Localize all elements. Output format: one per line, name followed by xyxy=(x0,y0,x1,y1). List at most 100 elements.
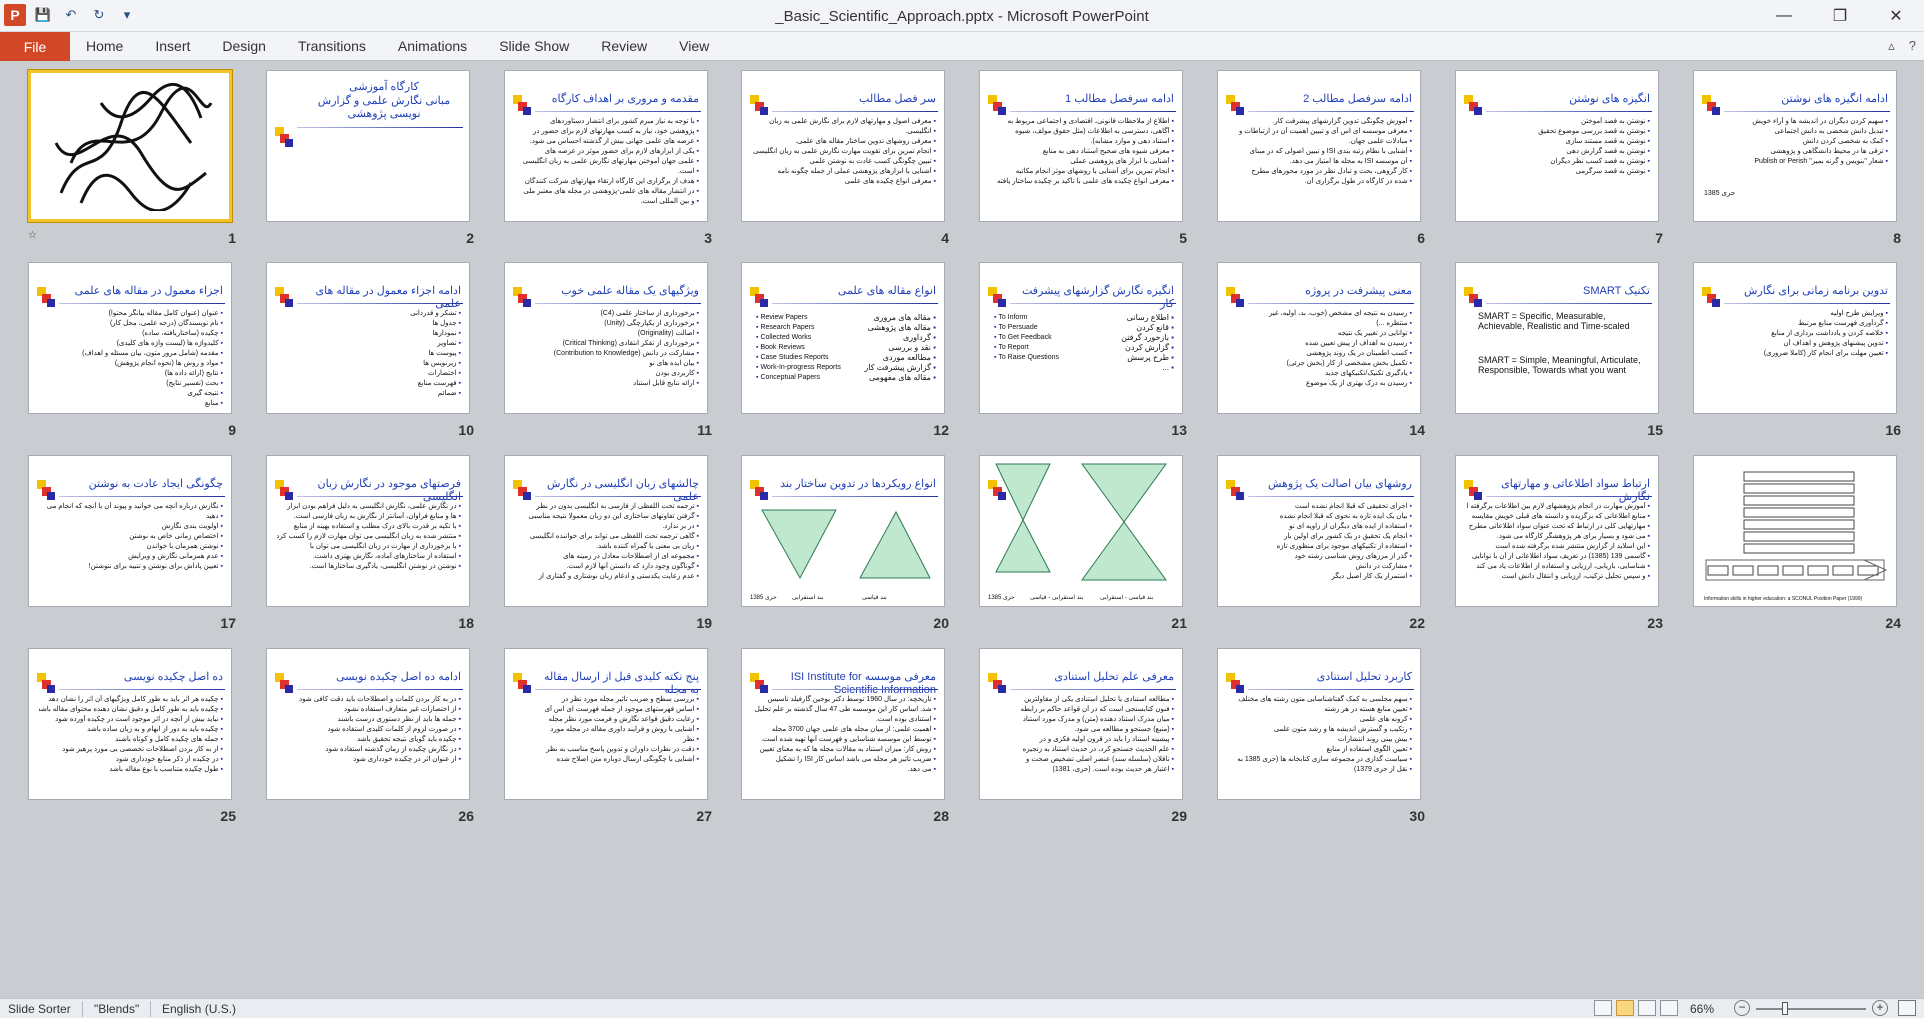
slide-preview[interactable]: معرفی موسسه ISI Institute for Scientific… xyxy=(741,648,945,800)
slide-logo-icon xyxy=(1226,480,1244,502)
zoom-in-button[interactable]: + xyxy=(1872,1000,1888,1016)
slide-preview[interactable]: پنج نکته کلیدی قبل از ارسال مقاله به مجل… xyxy=(504,648,708,800)
slide-preview[interactable]: فرصتهای موجود در نگارش زبان انگلیسیدر نگ… xyxy=(266,455,470,607)
minimize-ribbon-icon[interactable]: ▵ xyxy=(1888,38,1895,54)
tab-animations[interactable]: Animations xyxy=(382,32,483,61)
slide-preview[interactable]: معنی پیشرفت در پروژه رسیدن به نتیجه ای مش… xyxy=(1217,262,1421,414)
slide-preview[interactable]: ادامه انگیزه های نوشتن سهیم کردن دیگران د… xyxy=(1693,70,1897,222)
reading-view-button[interactable] xyxy=(1638,1000,1656,1016)
zoom-level[interactable]: 66% xyxy=(1690,1002,1714,1016)
slide-thumbnail-19[interactable]: چالشهای زبان انگلیسی در نگارش علمیترجمه … xyxy=(504,455,712,635)
restore-button[interactable]: ❐ xyxy=(1812,0,1868,32)
status-theme-name[interactable]: "Blends" xyxy=(94,1002,139,1016)
status-separator xyxy=(82,1001,83,1017)
minimize-button[interactable]: — xyxy=(1756,0,1812,32)
slide-thumbnail-16[interactable]: تدوین برنامه زمانی برای نگارش ویرایش طرح … xyxy=(1693,262,1901,442)
slide-thumbnail-2[interactable]: کارگاه آموزشی مبانی نگارش علمی و گزارش نو… xyxy=(266,70,474,250)
slide-preview[interactable]: ادامه سرفصل مطالب 1 اطلاع از ملاحظات قانو… xyxy=(979,70,1183,222)
diagram-label: بند قیاسی xyxy=(862,595,887,601)
slide-thumbnail-24[interactable]: Information skills in higher education: … xyxy=(1693,455,1901,635)
bullet-item: ضریب تاثیر هر مجله می باشد اساس کار ISI … xyxy=(752,755,936,764)
slide-preview[interactable]: کاربرد تحلیل استنادی سهم مجلسی به کمک گفت… xyxy=(1217,648,1421,800)
slide-preview[interactable]: ده اصل چکیده نویسی چکیده هر اثر باید به ط… xyxy=(28,648,232,800)
slide-preview[interactable]: انواع مقاله های علمی Review PapersResearc… xyxy=(741,262,945,414)
slide-thumbnail-1[interactable]: ☆ 1 xyxy=(27,69,236,250)
slide-preview[interactable]: معرفی علم تحلیل استنادی مطالعه استنادی یا… xyxy=(979,648,1183,800)
english-item: Research Papers xyxy=(756,323,844,332)
slide-preview[interactable]: انگیزه های نوشتننوشتن به قصد آموختننوشتن… xyxy=(1455,70,1659,222)
tab-review[interactable]: Review xyxy=(585,32,663,61)
slide-thumbnail-14[interactable]: معنی پیشرفت در پروژه رسیدن به نتیجه ای مش… xyxy=(1217,262,1425,442)
tab-view[interactable]: View xyxy=(663,32,725,61)
slide-preview[interactable]: ادامه ده اصل چکیده نویسی در به کار بردن ک… xyxy=(266,648,470,800)
bullet-item: گوناگون وجود دارد که دانستن آنها لازم اس… xyxy=(515,562,699,571)
slide-thumbnail-23[interactable]: ارتباط سواد اطلاعاتی و مهارتهای نگارشآمو… xyxy=(1455,455,1663,635)
slide-thumbnail-7[interactable]: انگیزه های نوشتننوشتن به قصد آموختننوشتن… xyxy=(1455,70,1663,250)
slide-preview[interactable]: بند قیاسی - استقرایی بند استقرایی - قیاسی… xyxy=(979,455,1183,607)
slide-thumbnail-6[interactable]: ادامه سرفصل مطالب 2 آموزش چگونگی تدوین گز… xyxy=(1217,70,1425,250)
slide-preview[interactable]: ادامه سرفصل مطالب 2 آموزش چگونگی تدوین گز… xyxy=(1217,70,1421,222)
slide-preview[interactable]: ویژگیهای یک مقاله علمی خوب برخورداری از س… xyxy=(504,262,708,414)
title-underline xyxy=(1248,303,1414,304)
file-tab[interactable]: File xyxy=(0,32,70,61)
slide-preview[interactable]: سر فصل مطالب معرفی اصول و مهارتهای لازم ب… xyxy=(741,70,945,222)
ribbon-right-controls: ▵ ? xyxy=(1888,38,1916,54)
tab-transitions[interactable]: Transitions xyxy=(282,32,382,61)
bullet-item: یکی از ابزارهای لازم برای حضور موثر در ع… xyxy=(515,147,699,156)
slide-preview[interactable]: ارتباط سواد اطلاعاتی و مهارتهای نگارشآمو… xyxy=(1455,455,1659,607)
slide-preview[interactable]: تدوین برنامه زمانی برای نگارش ویرایش طرح … xyxy=(1693,262,1897,414)
zoom-out-button[interactable]: − xyxy=(1734,1000,1750,1016)
slide-thumbnail-8[interactable]: ادامه انگیزه های نوشتن سهیم کردن دیگران د… xyxy=(1693,70,1901,250)
slide-thumbnail-12[interactable]: انواع مقاله های علمی Review PapersResearc… xyxy=(741,262,949,442)
persian-item: مقاله های مفهومی xyxy=(852,373,936,382)
slide-thumbnail-21[interactable]: بند قیاسی - استقرایی بند استقرایی - قیاسی… xyxy=(979,455,1187,635)
slide-preview[interactable]: روشهای بیان اصالت یک پژوهش اجرای تحقیقی ک… xyxy=(1217,455,1421,607)
slide-thumbnail-28[interactable]: معرفی موسسه ISI Institute for Scientific… xyxy=(741,648,949,828)
slide-preview[interactable]: انواع رویکردها در تدوین ساختار بند بند قی… xyxy=(741,455,945,607)
tab-insert[interactable]: Insert xyxy=(139,32,206,61)
slide-sorter-view-button[interactable] xyxy=(1616,1000,1634,1016)
help-icon[interactable]: ? xyxy=(1909,38,1916,54)
window-controls: — ❐ ✕ xyxy=(1756,0,1924,32)
slide-preview[interactable]: انگیزه نگارش گزارشهای پیشرفت کار To Infor… xyxy=(979,262,1183,414)
close-button[interactable]: ✕ xyxy=(1868,0,1924,32)
slide-thumbnail-27[interactable]: پنج نکته کلیدی قبل از ارسال مقاله به مجل… xyxy=(504,648,712,828)
slide-preview[interactable]: تکنیک SMART SMART = Specific, Measurable,… xyxy=(1455,262,1659,414)
slide-thumbnail-15[interactable]: تکنیک SMART SMART = Specific, Measurable,… xyxy=(1455,262,1663,442)
slide-thumbnail-4[interactable]: سر فصل مطالب معرفی اصول و مهارتهای لازم ب… xyxy=(741,70,949,250)
fit-to-window-button[interactable] xyxy=(1898,1000,1916,1016)
slide-thumbnail-26[interactable]: ادامه ده اصل چکیده نویسی در به کار بردن ک… xyxy=(266,648,474,828)
slide-preview[interactable]: مقدمه و مروری بر اهداف کارگاه با توجه به … xyxy=(504,70,708,222)
slide-thumbnail-18[interactable]: فرصتهای موجود در نگارش زبان انگلیسیدر نگ… xyxy=(266,455,474,635)
slide-thumbnail-22[interactable]: روشهای بیان اصالت یک پژوهش اجرای تحقیقی ک… xyxy=(1217,455,1425,635)
slide-thumbnail-13[interactable]: انگیزه نگارش گزارشهای پیشرفت کار To Infor… xyxy=(979,262,1187,442)
slide-thumbnail-25[interactable]: ده اصل چکیده نویسی چکیده هر اثر باید به ط… xyxy=(28,648,236,828)
slide-preview[interactable]: چالشهای زبان انگلیسی در نگارش علمیترجمه … xyxy=(504,455,708,607)
bullet-item: ویرایش طرح اولیه xyxy=(1704,309,1888,318)
tab-slide-show[interactable]: Slide Show xyxy=(483,32,585,61)
slide-thumbnail-29[interactable]: معرفی علم تحلیل استنادی مطالعه استنادی یا… xyxy=(979,648,1187,828)
slide-preview[interactable]: چگونگی ایجاد عادت به نوشتن نگارش درباره آ… xyxy=(28,455,232,607)
slide-preview[interactable] xyxy=(27,69,233,223)
bullet-item: در صورت لزوم از کلمات کلیدی استفاده شود xyxy=(277,725,461,734)
title-underline xyxy=(297,496,463,497)
slide-thumbnail-11[interactable]: ویژگیهای یک مقاله علمی خوب برخورداری از س… xyxy=(504,262,712,442)
status-language[interactable]: English (U.S.) xyxy=(162,1002,236,1016)
slide-thumbnail-10[interactable]: ادامه اجزاء معمول در مقاله های علمیتشکر … xyxy=(266,262,474,442)
zoom-slider-thumb[interactable] xyxy=(1782,1002,1788,1015)
tab-home[interactable]: Home xyxy=(70,32,139,61)
slide-thumbnail-30[interactable]: کاربرد تحلیل استنادی سهم مجلسی به کمک گفت… xyxy=(1217,648,1425,828)
slide-thumbnail-9[interactable]: اجزاء معمول در مقاله های علمی عنوان (عنوا… xyxy=(28,262,236,442)
tab-design[interactable]: Design xyxy=(206,32,282,61)
slide-thumbnail-5[interactable]: ادامه سرفصل مطالب 1 اطلاع از ملاحظات قانو… xyxy=(979,70,1187,250)
slide-thumbnail-3[interactable]: مقدمه و مروری بر اهداف کارگاه با توجه به … xyxy=(504,70,712,250)
slide-preview[interactable]: کارگاه آموزشی مبانی نگارش علمی و گزارش نو… xyxy=(266,70,470,222)
slide-thumbnail-17[interactable]: چگونگی ایجاد عادت به نوشتن نگارش درباره آ… xyxy=(28,455,236,635)
slide-show-button[interactable] xyxy=(1660,1000,1678,1016)
normal-view-button[interactable] xyxy=(1594,1000,1612,1016)
slide-preview[interactable]: ادامه اجزاء معمول در مقاله های علمیتشکر … xyxy=(266,262,470,414)
slide-preview[interactable]: Information skills in higher education: … xyxy=(1693,455,1897,607)
slide-preview[interactable]: اجزاء معمول در مقاله های علمی عنوان (عنوا… xyxy=(28,262,232,414)
zoom-slider-track[interactable] xyxy=(1756,1008,1866,1010)
slide-thumbnail-20[interactable]: انواع رویکردها در تدوین ساختار بند بند قی… xyxy=(741,455,949,635)
